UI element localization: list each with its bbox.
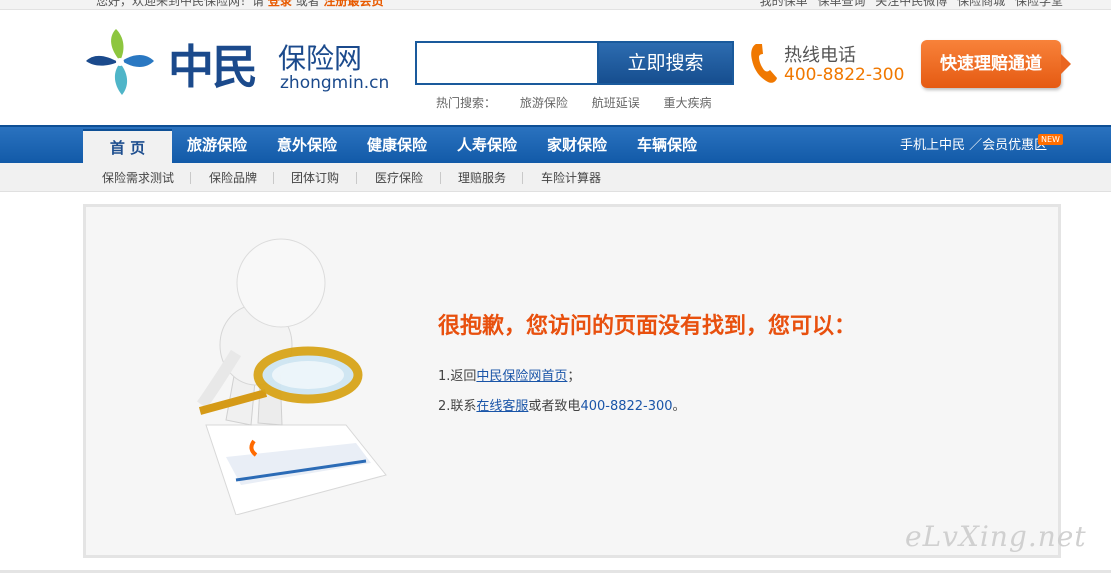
magnifier-person-illustration	[197, 238, 387, 515]
phone-number: 400-8822-300	[580, 399, 673, 414]
not-found-panel: 很抱歉，您访问的页面没有找到，您可以： 1.返回中民保险网首页； 2.联系在线客…	[83, 204, 1061, 558]
top-link-weibo[interactable]: 关注中民微博	[875, 0, 947, 8]
top-link-policy[interactable]: 我的保单	[760, 0, 808, 8]
tab-accident-insurance[interactable]: 意外保险	[262, 127, 352, 165]
option-contact-suffix: 。	[672, 399, 686, 414]
top-link-school[interactable]: 保险学堂	[1015, 0, 1063, 8]
tab-vehicle-insurance[interactable]: 车辆保险	[622, 127, 712, 165]
logo-text-cn2: 保险网	[278, 42, 363, 75]
hotline-label: 热线电话	[784, 45, 856, 66]
new-badge: NEW	[1038, 134, 1063, 145]
search-input[interactable]	[417, 43, 597, 83]
top-bar-left: 您好，欢迎来到中民保险网！请 登录 或者 注册最会员	[96, 0, 384, 9]
top-bar: 您好，欢迎来到中民保险网！请 登录 或者 注册最会员 我的保单 保单查询 关注中…	[0, 0, 1111, 10]
subnav-divider	[273, 172, 274, 184]
home-link[interactable]: 中民保险网首页	[476, 369, 567, 384]
search-button[interactable]: 立即搜索	[597, 41, 734, 85]
online-service-link[interactable]: 在线客服	[476, 399, 528, 414]
option-contact-mid: 或者致电	[528, 399, 581, 414]
error-option-home: 1.返回中民保险网首页；	[438, 365, 580, 384]
subnav-item[interactable]: 团体订购	[291, 163, 339, 192]
subnav-item[interactable]: 保险品牌	[209, 163, 257, 192]
tab-home[interactable]: 首 页	[83, 129, 172, 165]
option-home-suffix: ；	[567, 369, 581, 384]
hot-search-item[interactable]: 航班延误	[592, 96, 640, 110]
sub-nav: 保险需求测试 保险品牌 团体订购 医疗保险 理赔服务 车险计算器	[0, 163, 1111, 192]
logo-text-cn: 中民	[168, 40, 258, 94]
main-nav: 首 页 旅游保险 意外保险 健康保险 人寿保险 家财保险 车辆保险 手机上中民 …	[0, 125, 1111, 165]
top-link-query[interactable]: 保单查询	[817, 0, 865, 8]
subnav-item[interactable]: 理赔服务	[458, 163, 506, 192]
tab-health-insurance[interactable]: 健康保险	[352, 127, 442, 165]
logo-text-en: zhongmin.cn	[280, 73, 390, 93]
tab-property-insurance[interactable]: 家财保险	[532, 127, 622, 165]
hot-search: 热门搜索： 旅游保险 航班延误 重大疾病	[436, 94, 732, 111]
error-title: 很抱歉，您访问的页面没有找到，您可以：	[438, 314, 857, 339]
tab-travel-insurance[interactable]: 旅游保险	[172, 127, 262, 165]
phone-icon	[751, 44, 777, 83]
subnav-item[interactable]: 车险计算器	[541, 163, 601, 192]
hot-search-label: 热门搜索：	[436, 96, 497, 110]
logo-flower-icon	[86, 29, 154, 95]
nav-mobile-member-link[interactable]: 手机上中民 ／会员优惠区	[900, 127, 1047, 165]
site-logo[interactable]: 中民 保险网 zhongmin.cn	[82, 27, 389, 97]
hotline: 热线电话 400-8822-300	[748, 39, 908, 91]
tab-life-insurance[interactable]: 人寿保险	[442, 127, 532, 165]
hot-search-item[interactable]: 旅游保险	[520, 96, 568, 110]
register-link[interactable]: 注册最会员	[324, 0, 384, 8]
top-bar-right: 我的保单 保单查询 关注中民微博 保险商城 保险学堂	[754, 0, 1063, 9]
hot-search-item[interactable]: 重大疾病	[664, 96, 712, 110]
subnav-item[interactable]: 医疗保险	[375, 163, 423, 192]
option-contact-prefix: 2.联系	[438, 399, 477, 414]
subnav-divider	[440, 172, 441, 184]
header: 中民 保险网 zhongmin.cn 立即搜索 热门搜索： 旅游保险 航班延误 …	[0, 11, 1111, 125]
top-link-mall[interactable]: 保险商城	[957, 0, 1005, 8]
or-text: 或者	[295, 0, 320, 8]
subnav-divider	[356, 172, 357, 184]
login-link[interactable]: 登录	[268, 0, 292, 8]
subnav-item[interactable]: 保险需求测试	[102, 163, 174, 192]
watermark: eLvXing.net	[905, 520, 1087, 553]
option-home-prefix: 1.返回	[438, 369, 477, 384]
subnav-divider	[190, 172, 191, 184]
search-box	[415, 41, 597, 85]
error-option-contact: 2.联系在线客服或者致电400-8822-300。	[438, 395, 686, 414]
hotline-number: 400-8822-300	[784, 65, 905, 85]
quick-claim-button[interactable]: 快速理赔通道	[921, 40, 1071, 88]
subnav-divider	[522, 172, 523, 184]
welcome-text: 您好，欢迎来到中民保险网！请	[96, 0, 265, 8]
